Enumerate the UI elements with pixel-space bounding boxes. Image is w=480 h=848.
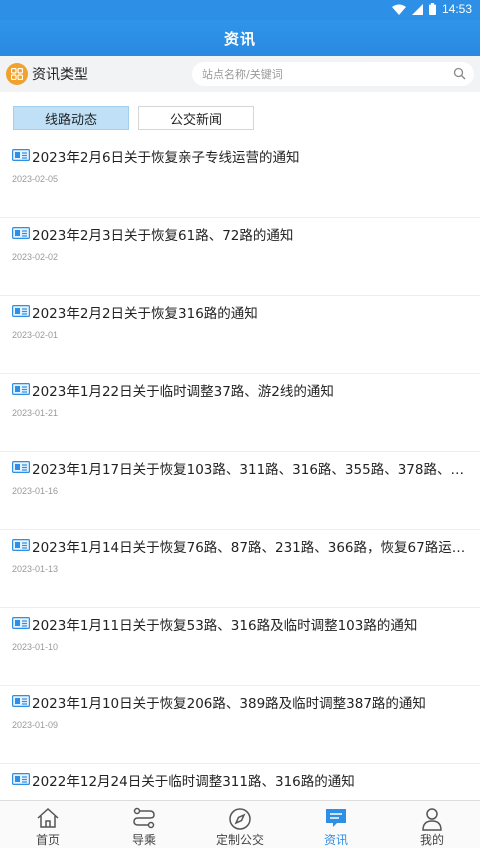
news-type-selector[interactable]: 资讯类型 bbox=[6, 62, 88, 86]
search-box bbox=[192, 62, 474, 86]
news-icon bbox=[326, 809, 346, 827]
news-icon bbox=[12, 383, 30, 395]
news-date: 2023-02-02 bbox=[12, 252, 59, 262]
news-icon bbox=[12, 461, 30, 473]
news-icon bbox=[12, 305, 30, 317]
news-item[interactable]: 2023年2月6日关于恢复亲子专线运营的通知 2023-02-05 bbox=[0, 140, 480, 218]
nav-home[interactable]: 首页 bbox=[0, 801, 96, 848]
nav-guide[interactable]: 导乘 bbox=[96, 801, 192, 848]
news-type-label: 资讯类型 bbox=[32, 67, 88, 83]
news-list: 2023年2月6日关于恢复亲子专线运营的通知 2023-02-05 2023年2… bbox=[0, 140, 480, 800]
news-title: 2023年1月14日关于恢复76路、87路、231路、366路，恢复67路运… bbox=[32, 540, 466, 556]
wifi-icon bbox=[391, 4, 406, 15]
news-item[interactable]: 2023年1月11日关于恢复53路、316路及临时调整103路的通知 2023-… bbox=[0, 608, 480, 686]
news-date: 2023-01-16 bbox=[12, 486, 59, 496]
bottom-nav: 首页 导乘 定制公交 资讯 我的 bbox=[0, 800, 480, 848]
news-date: 2023-01-10 bbox=[12, 642, 59, 652]
news-icon bbox=[12, 227, 30, 239]
news-icon bbox=[12, 149, 30, 161]
home-icon bbox=[37, 807, 59, 828]
nav-guide-label: 导乘 bbox=[131, 833, 156, 847]
news-title: 2023年1月22日关于临时调整37路、游2线的通知 bbox=[32, 384, 334, 400]
nav-custom-bus-label: 定制公交 bbox=[215, 833, 264, 847]
news-title: 2023年1月17日关于恢复103路、311路、316路、355路、378路、3… bbox=[32, 462, 472, 478]
news-date: 2023-01-13 bbox=[12, 564, 59, 574]
news-title: 2023年1月11日关于恢复53路、316路及临时调整103路的通知 bbox=[32, 618, 418, 634]
news-title: 2023年2月3日关于恢复61路、72路的通知 bbox=[32, 228, 294, 244]
news-title: 2023年2月6日关于恢复亲子专线运营的通知 bbox=[32, 150, 300, 166]
news-item[interactable]: 2023年1月14日关于恢复76路、87路、231路、366路，恢复67路运… … bbox=[0, 530, 480, 608]
news-item[interactable]: 2023年1月17日关于恢复103路、311路、316路、355路、378路、3… bbox=[0, 452, 480, 530]
page-title: 资讯 bbox=[223, 29, 256, 48]
news-icon bbox=[12, 539, 30, 551]
news-date: 2023-01-21 bbox=[12, 408, 59, 418]
news-icon bbox=[12, 695, 30, 707]
route-icon bbox=[133, 807, 155, 829]
tab-bus-news[interactable]: 公交新闻 bbox=[138, 106, 254, 130]
status-time: 14:53 bbox=[441, 2, 472, 16]
news-date: 2023-02-05 bbox=[12, 174, 59, 184]
search-icon[interactable] bbox=[453, 67, 466, 80]
news-icon bbox=[12, 773, 30, 785]
user-icon bbox=[422, 808, 442, 831]
nav-news[interactable]: 资讯 bbox=[288, 801, 384, 848]
nav-profile[interactable]: 我的 bbox=[384, 801, 480, 848]
status-icons: 14:53 bbox=[391, 2, 472, 16]
news-title: 2022年12月24日关于临时调整311路、316路的通知 bbox=[32, 774, 355, 790]
battery-icon bbox=[428, 3, 436, 15]
news-item[interactable]: 2023年1月10日关于恢复206路、389路及临时调整387路的通知 2023… bbox=[0, 686, 480, 764]
title-bar: 资讯 bbox=[0, 20, 480, 56]
news-item[interactable]: 2022年12月24日关于临时调整311路、316路的通知 bbox=[0, 764, 480, 800]
tab-line-updates[interactable]: 线路动态 bbox=[13, 106, 129, 130]
news-item[interactable]: 2023年2月3日关于恢复61路、72路的通知 2023-02-02 bbox=[0, 218, 480, 296]
nav-home-label: 首页 bbox=[35, 833, 60, 847]
news-title: 2023年2月2日关于恢复316路的通知 bbox=[32, 306, 258, 322]
news-icon bbox=[12, 617, 30, 629]
news-date: 2023-01-09 bbox=[12, 720, 59, 730]
compass-icon bbox=[229, 808, 251, 830]
signal-icon bbox=[411, 3, 423, 15]
news-item[interactable]: 2023年1月22日关于临时调整37路、游2线的通知 2023-01-21 bbox=[0, 374, 480, 452]
nav-profile-label: 我的 bbox=[419, 833, 444, 847]
grid-icon bbox=[6, 63, 28, 85]
category-tabs: 线路动态 公交新闻 bbox=[0, 92, 480, 140]
nav-news-label: 资讯 bbox=[323, 833, 348, 847]
news-date: 2023-02-01 bbox=[12, 330, 59, 340]
news-item[interactable]: 2023年2月2日关于恢复316路的通知 2023-02-01 bbox=[0, 296, 480, 374]
search-input[interactable] bbox=[192, 62, 442, 86]
news-title: 2023年1月10日关于恢复206路、389路及临时调整387路的通知 bbox=[32, 696, 426, 712]
status-bar: 14:53 bbox=[0, 0, 480, 20]
nav-custom-bus[interactable]: 定制公交 bbox=[192, 801, 288, 848]
